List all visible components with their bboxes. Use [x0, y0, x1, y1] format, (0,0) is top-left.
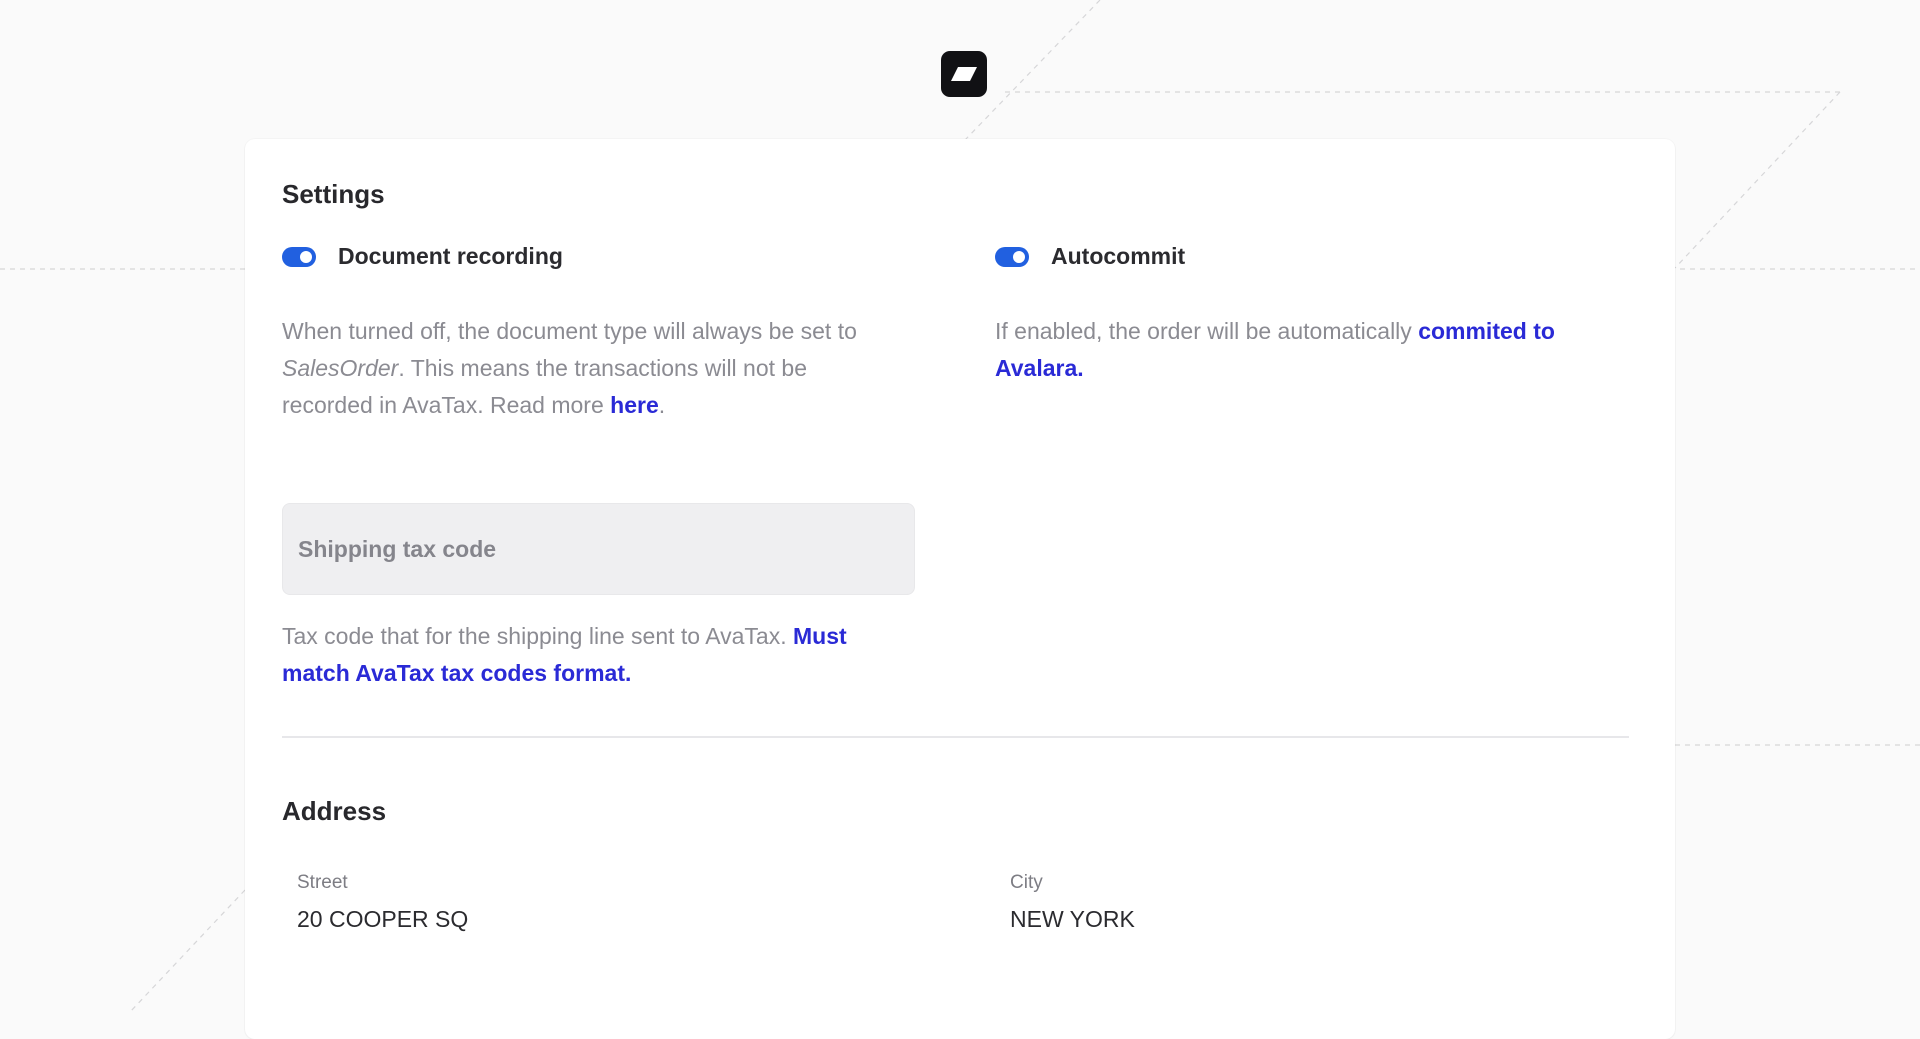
shipping-tax-code-input[interactable] [298, 535, 914, 563]
autocommit-label: Autocommit [1051, 243, 1186, 269]
shipping-tax-code-help: Tax code that for the shipping line sent… [282, 618, 942, 692]
street-value: 20 COOPER SQ [297, 906, 469, 932]
desc-text: When turned off, the document type will … [282, 318, 857, 344]
desc-italic-text: SalesOrder [282, 355, 399, 381]
desc-text: recorded in AvaTax. Read more [282, 392, 611, 418]
shipping-tax-code-field[interactable] [282, 503, 915, 595]
document-recording-description: When turned off, the document type will … [282, 313, 942, 424]
city-value: NEW YORK [1010, 906, 1135, 932]
document-recording-label: Document recording [338, 243, 563, 269]
desc-text: . [658, 392, 666, 418]
toggle-knob [1013, 250, 1025, 263]
read-more-link[interactable]: here [610, 392, 659, 418]
settings-card: Settings Document recording Autocommit W… [245, 139, 1675, 1039]
street-label: Street [297, 872, 348, 893]
autocommit-toggle[interactable] [995, 246, 1029, 267]
desc-text: . This means the transactions will not b… [398, 355, 807, 381]
logo-icon [951, 67, 977, 81]
city-label: City [1010, 872, 1043, 893]
address-title: Address [282, 796, 387, 826]
settings-title: Settings [282, 179, 385, 209]
help-text: Tax code that for the shipping line sent… [282, 623, 794, 649]
autocommit-row: Autocommit [995, 243, 1185, 270]
desc-text: If enabled, the order will be automatica… [995, 318, 1419, 344]
app-logo[interactable] [941, 51, 987, 97]
autocommit-description: If enabled, the order will be automatica… [995, 313, 1635, 387]
section-divider [282, 736, 1629, 738]
document-recording-toggle[interactable] [282, 246, 316, 267]
document-recording-row: Document recording [282, 243, 563, 270]
toggle-knob [300, 250, 312, 263]
